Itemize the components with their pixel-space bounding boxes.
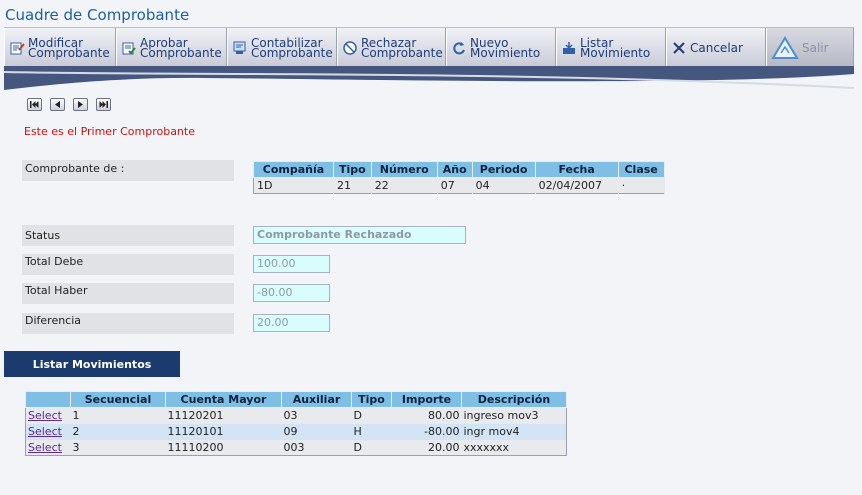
- cell-descripcion: ingreso mov3: [461, 407, 567, 424]
- movements-header-row: Secuencial Cuenta Mayor Auxiliar Tipo Im…: [25, 391, 567, 408]
- new-movement-button[interactable]: Nuevo Movimiento: [446, 28, 556, 67]
- info-message: Este es el Primer Comprobante: [24, 125, 195, 138]
- col-cuenta-mayor: Cuenta Mayor: [165, 391, 282, 408]
- cell-auxiliar: 03: [281, 407, 352, 424]
- voucher-data-row: 1D 21 22 07 04 02/04/2007 ·: [253, 177, 665, 194]
- col-secuencial: Secuencial: [70, 391, 166, 408]
- account-icon: [232, 40, 248, 56]
- list-movements-button[interactable]: Listar Movimientos: [4, 351, 180, 377]
- first-record-button[interactable]: [27, 98, 42, 111]
- total-debe-label: Total Debe: [22, 254, 234, 275]
- post-voucher-label: Contabilizar Comprobante: [251, 35, 333, 60]
- cancel-button[interactable]: Cancelar: [666, 28, 766, 67]
- modify-voucher-label: Modificar Comprobante: [28, 35, 110, 60]
- select-link[interactable]: Select: [28, 409, 62, 422]
- previous-icon: [55, 101, 60, 108]
- toolbar: Modificar Comprobante Aprobar Comprobant…: [4, 27, 854, 67]
- cell-descripcion: ingr mov4: [461, 423, 567, 440]
- page-title: Cuadre de Comprobante: [5, 6, 190, 24]
- cell-fecha: 02/04/2007: [535, 177, 619, 194]
- cell-secuencial: 2: [70, 423, 166, 440]
- col-descripcion: Descripción: [461, 391, 567, 408]
- next-icon: [78, 101, 83, 108]
- cell-clase: ·: [618, 177, 665, 194]
- table-row: Select 3 11110200 003 D 20.00 xxxxxxx: [25, 439, 567, 456]
- cell-tipo: D: [351, 407, 392, 424]
- cell-periodo: 04: [472, 177, 536, 194]
- next-record-button[interactable]: [73, 98, 88, 111]
- list-movement-button[interactable]: Listar Movimiento: [556, 28, 666, 67]
- reject-voucher-label: Rechazar Comprobante: [361, 35, 443, 60]
- last-record-button[interactable]: [96, 98, 111, 111]
- col-tipo: Tipo: [333, 161, 372, 178]
- reject-voucher-button[interactable]: Rechazar Comprobante: [337, 28, 446, 67]
- cell-auxiliar: 09: [281, 423, 352, 440]
- cell-descripcion: xxxxxxx: [461, 439, 567, 456]
- refresh-icon: [451, 40, 467, 56]
- cell-importe: -80.00: [391, 423, 462, 440]
- modify-icon: [9, 40, 25, 56]
- exit-button[interactable]: Salir: [766, 28, 854, 67]
- first-icon: [30, 101, 39, 108]
- col-importe: Importe: [391, 391, 462, 408]
- cell-importe: 20.00: [391, 439, 462, 456]
- cell-cuenta: 11120201: [165, 407, 282, 424]
- previous-record-button[interactable]: [50, 98, 65, 111]
- col-anio: Año: [436, 161, 473, 178]
- list-movement-label: Listar Movimiento: [580, 35, 651, 60]
- header-swoosh: [4, 66, 854, 94]
- cell-tipo: H: [351, 423, 392, 440]
- col-periodo: Periodo: [471, 161, 536, 178]
- last-icon: [99, 101, 108, 108]
- col-fecha: Fecha: [534, 161, 619, 178]
- cell-auxiliar: 003: [281, 439, 352, 456]
- list-icon: [561, 40, 577, 56]
- voucher-header-table: Compañía Tipo Número Año Periodo Fecha C…: [253, 161, 665, 194]
- exit-icon: [771, 35, 799, 60]
- cell-tipo: 21: [333, 177, 372, 194]
- table-row: Select 1 11120201 03 D 80.00 ingreso mov…: [25, 407, 567, 424]
- col-compania: Compañía: [253, 161, 334, 178]
- total-haber-label: Total Haber: [22, 283, 234, 304]
- diferencia-label: Diferencia: [22, 313, 234, 334]
- comprobante-de-label: Comprobante de :: [22, 160, 234, 181]
- status-field[interactable]: Comprobante Rechazado: [253, 226, 466, 244]
- approve-voucher-label: Aprobar Comprobante: [140, 35, 222, 60]
- col-clase: Clase: [617, 161, 665, 178]
- select-link[interactable]: Select: [28, 425, 62, 438]
- record-navigation: [27, 98, 111, 111]
- cell-cuenta: 11110200: [165, 439, 282, 456]
- cell-compania: 1D: [253, 177, 334, 194]
- col-select: [25, 391, 71, 408]
- select-link[interactable]: Select: [28, 441, 62, 454]
- cell-cuenta: 11120101: [165, 423, 282, 440]
- col-numero: Número: [370, 161, 438, 178]
- cell-tipo: D: [351, 439, 392, 456]
- cell-secuencial: 3: [70, 439, 166, 456]
- col-tipo-mov: Tipo: [351, 391, 392, 408]
- diferencia-field[interactable]: 20.00: [253, 314, 330, 332]
- reject-icon: [342, 40, 358, 56]
- cell-anio: 07: [437, 177, 473, 194]
- exit-label: Salir: [802, 40, 829, 55]
- modify-voucher-button[interactable]: Modificar Comprobante: [4, 28, 116, 67]
- cell-secuencial: 1: [70, 407, 166, 424]
- voucher-header-row: Compañía Tipo Número Año Periodo Fecha C…: [253, 161, 665, 178]
- approve-voucher-button[interactable]: Aprobar Comprobante: [116, 28, 227, 67]
- post-voucher-button[interactable]: Contabilizar Comprobante: [227, 28, 337, 67]
- total-haber-field[interactable]: -80.00: [253, 284, 330, 302]
- table-row: Select 2 11120101 09 H -80.00 ingr mov4: [25, 423, 567, 440]
- cancel-label: Cancelar: [690, 40, 743, 55]
- approve-icon: [121, 40, 137, 56]
- cancel-icon: [671, 40, 687, 56]
- total-debe-field[interactable]: 100.00: [253, 255, 330, 273]
- movements-table: Secuencial Cuenta Mayor Auxiliar Tipo Im…: [25, 391, 567, 456]
- status-label: Status: [22, 225, 234, 246]
- new-movement-label: Nuevo Movimiento: [470, 35, 541, 60]
- col-auxiliar: Auxiliar: [281, 391, 352, 408]
- cell-importe: 80.00: [391, 407, 462, 424]
- cell-numero: 22: [371, 177, 438, 194]
